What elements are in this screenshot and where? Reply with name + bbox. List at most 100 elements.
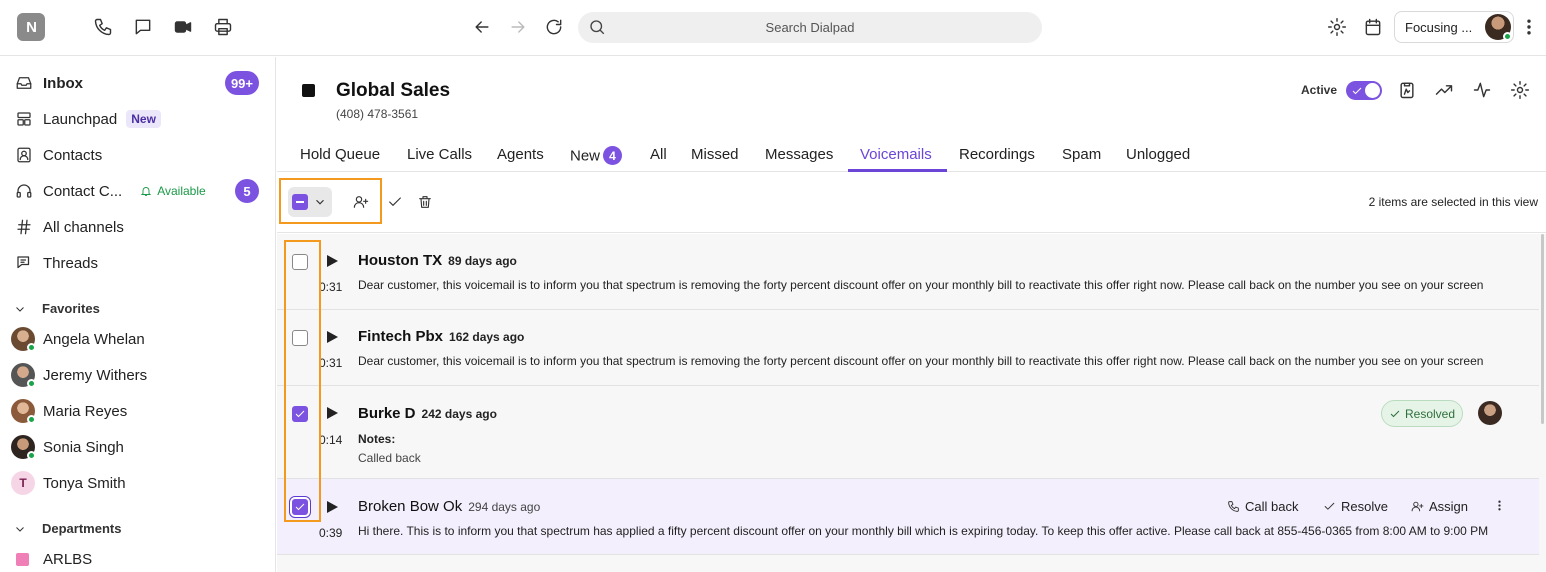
sidebar: Inbox 99+ Launchpad New Contacts Contact… xyxy=(0,57,276,572)
avatar xyxy=(11,327,36,352)
back-arrow-icon[interactable] xyxy=(471,16,493,38)
page-title: Global Sales xyxy=(336,80,451,101)
check-icon xyxy=(1390,410,1400,417)
call-back-button[interactable]: Call back xyxy=(1227,499,1298,514)
time-ago: 162 days ago xyxy=(449,330,525,344)
select-all-dropdown[interactable] xyxy=(288,187,332,217)
chevron-down-icon xyxy=(316,199,324,205)
tab-live-calls[interactable]: Live Calls xyxy=(407,146,472,172)
sidebar-item-threads[interactable]: Threads xyxy=(0,248,276,278)
play-icon[interactable] xyxy=(326,406,338,419)
table-row[interactable]: 0:39 Broken Bow Ok 294 days ago Hi there.… xyxy=(277,479,1539,555)
threads-icon xyxy=(14,253,34,273)
resolve-check-icon[interactable] xyxy=(387,194,405,212)
phone-icon[interactable] xyxy=(92,16,114,38)
settings-gear-icon[interactable] xyxy=(1510,80,1532,102)
favorite-tonya-smith[interactable]: Tonya Smith xyxy=(43,475,126,492)
launchpad-icon xyxy=(14,109,34,129)
phone-icon xyxy=(1228,501,1239,512)
trash-icon[interactable] xyxy=(417,194,435,212)
row-more-icon[interactable] xyxy=(1493,499,1511,512)
activity-icon[interactable] xyxy=(1472,80,1494,102)
assign-user-icon[interactable] xyxy=(353,194,371,212)
avatar xyxy=(11,399,36,424)
sidebar-item-contact-center[interactable]: Contact C... Available 5 xyxy=(0,176,276,206)
active-toggle[interactable] xyxy=(1346,81,1382,100)
active-label: Active xyxy=(1301,83,1338,97)
tab-new[interactable]: New 4 xyxy=(570,146,623,172)
time-ago: 89 days ago xyxy=(448,254,517,268)
user-avatar[interactable] xyxy=(1485,14,1512,41)
caller-name[interactable]: Fintech Pbx 162 days ago xyxy=(358,328,524,345)
printer-icon[interactable] xyxy=(212,16,234,38)
app-logo[interactable]: N xyxy=(17,13,45,41)
avatar xyxy=(11,435,36,460)
list-scrollbar[interactable] xyxy=(1541,234,1544,424)
tab-new-count: 4 xyxy=(603,146,623,165)
bulk-action-toolbar: 2 items are selected in this view xyxy=(277,173,1546,233)
table-row[interactable]: 0:14 Burke D 242 days ago Notes: Called b… xyxy=(277,386,1539,479)
caller-name[interactable]: Broken Bow Ok 294 days ago xyxy=(358,498,540,515)
assignee-avatar[interactable] xyxy=(1478,401,1502,425)
caller-name[interactable]: Houston TX 89 days ago xyxy=(358,252,517,269)
team-color-square xyxy=(302,84,315,97)
tab-messages[interactable]: Messages xyxy=(765,146,833,172)
tab-hold-queue[interactable]: Hold Queue xyxy=(300,146,380,172)
assign-button[interactable]: Assign xyxy=(1411,499,1468,514)
departments-header[interactable]: Departments xyxy=(14,521,121,536)
row-checkbox[interactable] xyxy=(292,330,308,346)
favorite-angela-whelan[interactable]: Angela Whelan xyxy=(43,331,145,348)
resolve-button[interactable]: Resolve xyxy=(1323,499,1388,514)
play-icon[interactable] xyxy=(326,254,338,267)
chevron-down-icon xyxy=(16,306,24,312)
main-panel: Global Sales (408) 478-3561 Active Hold … xyxy=(277,57,1546,572)
sidebar-item-launchpad[interactable]: Launchpad New xyxy=(0,104,276,134)
row-checkbox-checked[interactable] xyxy=(292,406,308,422)
tab-recordings[interactable]: Recordings xyxy=(959,146,1035,172)
favorite-maria-reyes[interactable]: Maria Reyes xyxy=(43,403,127,420)
gear-icon[interactable] xyxy=(1326,16,1348,38)
clipboard-icon[interactable] xyxy=(1397,80,1419,102)
department-color-square xyxy=(16,553,29,566)
more-vertical-icon[interactable] xyxy=(1519,16,1539,38)
headset-icon xyxy=(14,181,34,201)
voicemail-duration: 0:14 xyxy=(319,433,343,447)
tab-bar: Hold Queue Live Calls Agents New 4 All Mi… xyxy=(277,140,1546,172)
favorite-sonia-singh[interactable]: Sonia Singh xyxy=(43,439,124,456)
play-icon[interactable] xyxy=(326,500,338,513)
forward-arrow-icon[interactable] xyxy=(507,16,529,38)
sidebar-item-label: Threads xyxy=(43,254,99,272)
sidebar-item-contacts[interactable]: Contacts xyxy=(0,140,276,170)
voicemail-transcript: Hi there. This is to inform you that spe… xyxy=(358,524,1489,538)
sidebar-item-all-channels[interactable]: All channels xyxy=(0,212,276,242)
favorites-header[interactable]: Favorites xyxy=(14,301,100,316)
tab-all[interactable]: All xyxy=(650,146,667,172)
caller-name[interactable]: Burke D 242 days ago xyxy=(358,405,497,422)
avatar xyxy=(11,363,36,388)
availability-status[interactable]: Available xyxy=(140,184,206,198)
message-icon[interactable] xyxy=(132,16,154,38)
selection-status-text: 2 items are selected in this view xyxy=(1368,195,1538,209)
trending-up-icon[interactable] xyxy=(1434,80,1456,102)
refresh-icon[interactable] xyxy=(543,16,565,38)
notes-text: Called back xyxy=(358,451,421,465)
table-row[interactable]: 0:31 Fintech Pbx 162 days ago Dear custom… xyxy=(277,310,1539,386)
department-arlbs[interactable]: ARLBS xyxy=(43,551,92,568)
tab-unlogged[interactable]: Unlogged xyxy=(1126,146,1190,172)
play-icon[interactable] xyxy=(326,330,338,343)
favorite-jeremy-withers[interactable]: Jeremy Withers xyxy=(43,367,147,384)
tab-missed[interactable]: Missed xyxy=(691,146,739,172)
row-checkbox-checked[interactable] xyxy=(292,499,308,515)
search-input[interactable] xyxy=(578,12,1042,43)
table-row[interactable]: 0:31 Houston TX 89 days ago Dear customer… xyxy=(277,234,1539,310)
check-icon xyxy=(1351,84,1363,96)
calendar-icon[interactable] xyxy=(1362,16,1384,38)
row-checkbox[interactable] xyxy=(292,254,308,270)
sidebar-item-inbox[interactable]: Inbox 99+ xyxy=(0,68,276,98)
contacts-icon xyxy=(14,145,34,165)
tab-agents[interactable]: Agents xyxy=(497,146,544,172)
video-icon[interactable] xyxy=(172,16,194,38)
avatar: T xyxy=(11,471,35,495)
new-tag: New xyxy=(126,110,161,128)
tab-spam[interactable]: Spam xyxy=(1062,146,1101,172)
